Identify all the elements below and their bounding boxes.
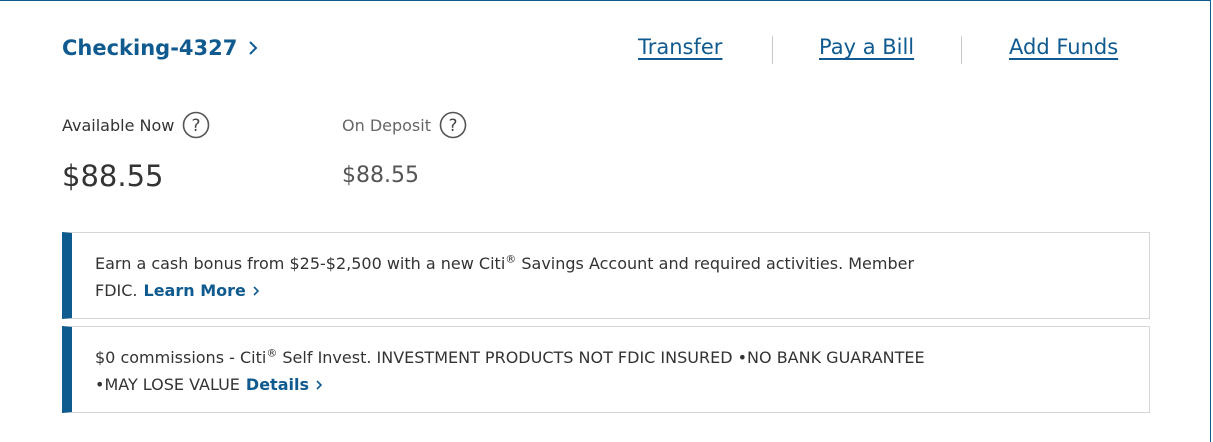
promo-text: FDIC. — [95, 281, 138, 300]
details-link[interactable]: Details — [246, 375, 323, 394]
svg-text:?: ? — [192, 116, 201, 136]
account-title: Checking-4327 — [62, 36, 238, 60]
chevron-right-icon — [253, 286, 259, 296]
promo-text: Earn a cash bonus from $25-$2,500 with a… — [95, 254, 506, 273]
available-now-label-group: Available Now ? — [62, 111, 210, 139]
on-deposit-amount: $88.55 — [342, 163, 419, 188]
add-funds-link[interactable]: Add Funds — [1009, 35, 1118, 59]
promo-text: $0 commissions - Citi — [95, 348, 267, 367]
learn-more-link[interactable]: Learn More — [144, 281, 260, 300]
chevron-right-icon — [249, 41, 258, 55]
promo-text: Savings Account and required activities.… — [516, 254, 915, 273]
action-divider — [772, 36, 773, 64]
learn-more-label: Learn More — [143, 281, 246, 300]
on-deposit-label-group: On Deposit ? — [342, 111, 467, 139]
promo-text: •MAY LOSE VALUE — [95, 375, 240, 394]
chevron-right-icon — [316, 380, 323, 390]
account-card: Checking-4327 Transfer Pay a Bill Add Fu… — [0, 0, 1211, 442]
account-actions: Transfer Pay a Bill Add Funds — [600, 33, 1160, 65]
action-divider — [961, 36, 962, 64]
help-icon[interactable]: ? — [182, 111, 210, 139]
transfer-link[interactable]: Transfer — [638, 35, 722, 59]
help-icon[interactable]: ? — [439, 111, 467, 139]
promo-banner-invest: $0 commissions - Citi® Self Invest. INVE… — [62, 326, 1150, 413]
promo-text: Self Invest. INVESTMENT PRODUCTS NOT FDI… — [277, 348, 925, 367]
svg-text:?: ? — [448, 116, 457, 136]
details-label: Details — [245, 375, 309, 394]
available-now-label: Available Now — [62, 115, 175, 135]
on-deposit-label: On Deposit — [342, 115, 431, 135]
pay-bill-link[interactable]: Pay a Bill — [819, 35, 914, 59]
registered-mark: ® — [505, 252, 517, 266]
registered-mark: ® — [266, 346, 278, 360]
available-now-amount: $88.55 — [62, 159, 164, 193]
promo-banner-savings: Earn a cash bonus from $25-$2,500 with a… — [62, 232, 1150, 319]
account-title-link[interactable]: Checking-4327 — [62, 36, 259, 60]
